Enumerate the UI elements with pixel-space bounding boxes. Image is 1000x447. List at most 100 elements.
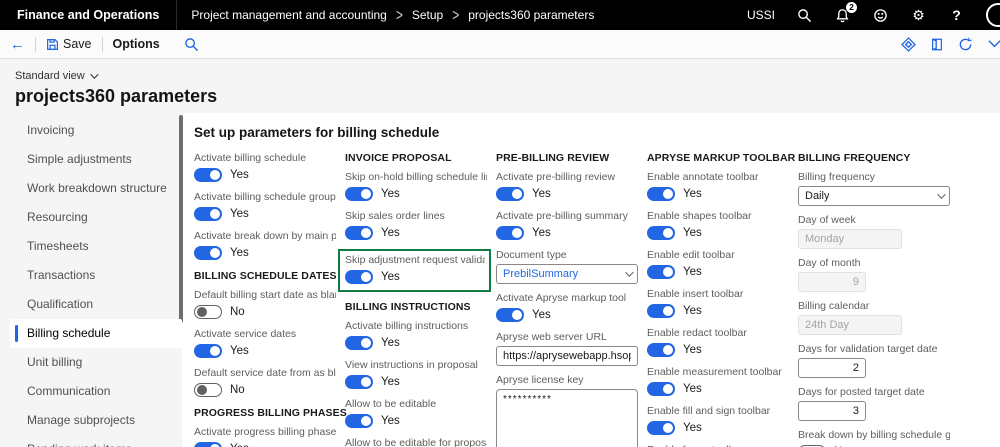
toggle-enable-annotate-toolbar[interactable]	[647, 187, 675, 201]
notifications-icon[interactable]: 2	[834, 7, 851, 24]
textarea-apryse-license-key[interactable]: **********	[496, 389, 638, 447]
sidebar-item-manage-subprojects[interactable]: Manage subprojects	[10, 406, 182, 435]
toggle-allow-to-be-editable[interactable]	[345, 414, 373, 428]
field-default-billing-start-date-as-blank: Default billing start date as blankNo	[194, 289, 336, 320]
toggle-default-service-date-from-as-blank[interactable]	[194, 383, 222, 397]
toggle-enable-insert-toolbar[interactable]	[647, 304, 675, 318]
toggle-row: No	[194, 382, 336, 398]
form-column-2: INVOICE PROPOSALSkip on-hold billing sch…	[345, 152, 487, 447]
toggle-state: Yes	[683, 188, 702, 200]
sidebar-item-invoicing[interactable]: Invoicing	[10, 116, 182, 145]
input-days-for-posted-target-date[interactable]: 3	[798, 401, 866, 421]
toggle-skip-on-hold-billing-schedule-lines[interactable]	[345, 187, 373, 201]
toggle-activate-billing-instructions[interactable]	[345, 336, 373, 350]
toggle-activate-progress-billing-phases[interactable]	[194, 442, 222, 447]
clipped-edge-icon[interactable]	[987, 37, 1000, 52]
top-navigation-bar: Finance and Operations Project managemen…	[0, 0, 1000, 30]
save-button[interactable]: Save	[46, 37, 92, 51]
settings-gear-icon[interactable]: ⚙	[910, 7, 927, 24]
form-column-1: Activate billing scheduleYesActivate bil…	[194, 152, 336, 447]
toggle-knob	[361, 416, 371, 426]
breadcrumb-module[interactable]: Project management and accounting	[191, 8, 386, 22]
refresh-icon[interactable]	[958, 37, 973, 52]
field-skip-on-hold-billing-schedule-lines: Skip on-hold billing schedule linesYes	[345, 171, 487, 202]
input-days-for-validation-target-date[interactable]: 2	[798, 358, 866, 378]
input-day-of-week: Monday	[798, 229, 902, 249]
toggle-activate-pre-billing-summary[interactable]	[496, 226, 524, 240]
toggle-row: Yes	[345, 269, 485, 285]
toggle-enable-redact-toolbar[interactable]	[647, 343, 675, 357]
sidebar-item-timesheets[interactable]: Timesheets	[10, 232, 182, 261]
sidebar-item-pending-work-items[interactable]: Pending work items	[10, 435, 182, 447]
toggle-activate-billing-schedule-groups[interactable]	[194, 207, 222, 221]
toggle-activate-apryse-markup-tool[interactable]	[496, 308, 524, 322]
toggle-state: Yes	[230, 169, 249, 181]
field-skip-adjustment-request-validation: Skip adjustment request validationYes	[345, 254, 485, 285]
sidebar-item-billing-schedule[interactable]: Billing schedule	[10, 319, 182, 348]
toggle-knob	[512, 310, 522, 320]
sidebar-item-simple-adjustments[interactable]: Simple adjustments	[10, 145, 182, 174]
toggle-state: Yes	[230, 208, 249, 220]
toggle-skip-sales-order-lines[interactable]	[345, 226, 373, 240]
toggle-enable-edit-toolbar[interactable]	[647, 265, 675, 279]
feedback-smiley-icon[interactable]	[872, 7, 889, 24]
breadcrumb-separator-icon: >	[452, 6, 459, 25]
highlight-box: Skip adjustment request validationYes	[338, 249, 491, 292]
toggle-activate-service-dates[interactable]	[194, 344, 222, 358]
field-label: Activate break down by main pro...	[194, 230, 336, 242]
open-in-office-icon[interactable]	[930, 37, 944, 52]
toggle-knob	[361, 189, 371, 199]
toggle-enable-shapes-toolbar[interactable]	[647, 226, 675, 240]
toggle-enable-measurement-toolbar[interactable]	[647, 382, 675, 396]
field-activate-pre-billing-review: Activate pre-billing reviewYes	[496, 171, 638, 202]
options-button[interactable]: Options	[113, 37, 160, 51]
search-icon[interactable]	[184, 37, 199, 52]
toggle-activate-pre-billing-review[interactable]	[496, 187, 524, 201]
field-label: Allow to be editable	[345, 398, 487, 410]
help-icon[interactable]: ?	[948, 7, 965, 24]
breadcrumb-setup[interactable]: Setup	[412, 8, 443, 22]
environment-label[interactable]: USSI	[747, 8, 775, 22]
field-days-for-posted-target-date: Days for posted target date3	[798, 386, 950, 421]
field-label: Activate pre-billing review	[496, 171, 638, 183]
select-value: Daily	[805, 190, 829, 202]
toggle-row: Yes	[194, 206, 336, 222]
view-selector[interactable]: Standard view	[15, 70, 96, 82]
toggle-view-instructions-in-proposal[interactable]	[345, 375, 373, 389]
field-label: Billing calendar	[798, 300, 950, 312]
toggle-activate-break-down-by-main-pro[interactable]	[194, 246, 222, 260]
toggle-row: Yes	[647, 420, 789, 436]
select-document-type[interactable]: PrebilSummary	[496, 264, 638, 284]
account-avatar[interactable]	[986, 3, 1000, 27]
sidebar-item-qualification[interactable]: Qualification	[10, 290, 182, 319]
save-floppy-icon	[46, 38, 59, 51]
field-label: Apryse license key	[496, 374, 638, 386]
search-icon[interactable]	[796, 7, 813, 24]
toggle-state: Yes	[532, 227, 551, 239]
sidebar-item-communication[interactable]: Communication	[10, 377, 182, 406]
input-value: 3	[853, 405, 859, 417]
divider	[35, 37, 36, 52]
app-name[interactable]: Finance and Operations	[0, 8, 176, 22]
sidebar-item-unit-billing[interactable]: Unit billing	[10, 348, 182, 377]
sidebar-item-resourcing[interactable]: Resourcing	[10, 203, 182, 232]
toggle-row: Yes	[496, 307, 638, 323]
toggle-enable-fill-and-sign-toolbar[interactable]	[647, 421, 675, 435]
toggle-activate-billing-schedule[interactable]	[194, 168, 222, 182]
field-default-service-date-from-as-blank: Default service date from as blankNo	[194, 367, 336, 398]
toggle-knob	[361, 377, 371, 387]
toggle-row: No	[194, 304, 336, 320]
breadcrumb-page[interactable]: projects360 parameters	[468, 8, 594, 22]
input-apryse-web-server-url[interactable]: https://aprysewebapp.hsopro...	[496, 346, 638, 366]
sidebar-item-transactions[interactable]: Transactions	[10, 261, 182, 290]
field-activate-break-down-by-main-pro: Activate break down by main pro...Yes	[194, 230, 336, 261]
sidebar-item-work-breakdown-structure[interactable]: Work breakdown structure	[10, 174, 182, 203]
power-apps-icon[interactable]	[901, 37, 916, 52]
toggle-skip-adjustment-request-validation[interactable]	[345, 270, 373, 284]
select-billing-frequency[interactable]: Daily	[798, 186, 950, 206]
toggle-default-billing-start-date-as-blank[interactable]	[194, 305, 222, 319]
field-label: Billing frequency	[798, 171, 950, 183]
back-arrow-icon[interactable]: ←	[10, 37, 25, 52]
breadcrumb: Project management and accounting > Setu…	[191, 8, 594, 22]
toggle-knob	[663, 345, 673, 355]
